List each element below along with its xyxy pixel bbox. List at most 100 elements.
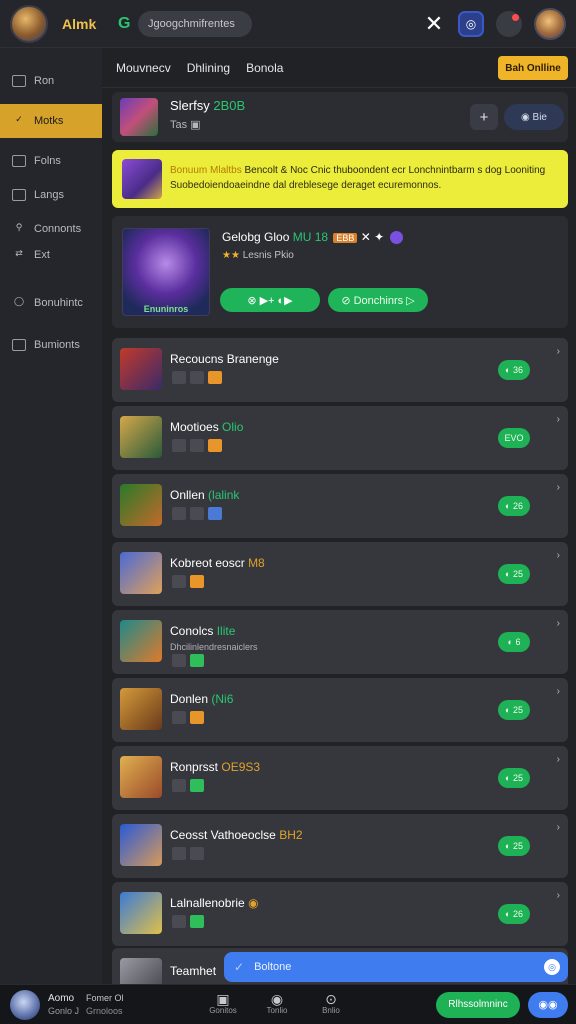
sidebar-item-ron[interactable]: Ron (0, 68, 102, 94)
bottom-avatar[interactable] (10, 989, 40, 1020)
instagram-icon[interactable]: ◎ (458, 10, 484, 37)
list-item[interactable]: Kobreot eoscr M8 ◐ 25 › (112, 542, 568, 606)
tab-bonola[interactable]: Bonola (246, 61, 283, 75)
chevron-icon[interactable]: › (557, 890, 560, 901)
notification-icon[interactable] (496, 10, 522, 37)
profile-name-text: Slerfsy (170, 98, 210, 113)
bottom-fab-button[interactable]: ◉◉ (528, 991, 568, 1018)
sidebar-item-ext[interactable]: ⇄ Ext (0, 242, 102, 268)
sidebar-item-folns[interactable]: Folns (0, 148, 102, 174)
tab-dhlining[interactable]: Dhlining (187, 61, 230, 75)
list-item-title: Mootioes Olio (170, 420, 243, 434)
chevron-icon[interactable]: › (557, 346, 560, 357)
bottom-cta-button[interactable]: Rlhssolmninc (436, 991, 520, 1018)
grey-badge-icon (172, 711, 186, 724)
orange-badge-icon (190, 711, 204, 724)
list-item-action-button[interactable]: EVO (498, 428, 530, 448)
list-item-thumbnail (120, 484, 162, 526)
sidebar-item-label: Folns (34, 155, 61, 167)
list-item-action-button[interactable]: ◐ 26 (498, 904, 530, 924)
bottom-bar: Aomo Gonlo J Fomer Ol Grnoloos ▣ Gonitos… (0, 984, 576, 1024)
list-item[interactable]: Donlen (Ni6 ◐ 25 › (112, 678, 568, 742)
chevron-icon[interactable]: › (557, 482, 560, 493)
chevron-icon[interactable]: › (557, 822, 560, 833)
bottom-tab-gonitos[interactable]: ▣ Gonitos (196, 992, 250, 1016)
bottom-tab-label: Bnlio (322, 1005, 340, 1015)
toast-close-icon[interactable]: ◎ (544, 959, 560, 975)
list-item[interactable]: Recoucns Branenge ◐ 36 › (112, 338, 568, 402)
list-item-action-button[interactable]: ◐ 25 (498, 564, 530, 584)
featured-card[interactable]: Enuninros Gelobg Gloo MU 18 EBB ✕ ✦ ★★ L… (112, 216, 568, 328)
list-item-title-highlight: OE9S3 (221, 760, 261, 774)
list-item-icons (172, 439, 222, 452)
follow-button[interactable]: ◉ Bie (504, 104, 564, 130)
list-item[interactable]: Lalnallenobrie ◉ ◐ 26 › (112, 882, 568, 946)
blue-badge-icon (208, 507, 222, 520)
featured-thumbnail-label: Enuninros (143, 304, 189, 314)
list-item-title-highlight: ◉ (248, 896, 259, 910)
list-item-title-text: Mootioes (170, 420, 219, 434)
list-item-icons (172, 779, 204, 792)
list-item-action-button[interactable]: ◐ 6 (498, 632, 530, 652)
featured-action-button[interactable]: ⊗ ▶+ ◐▶ (220, 288, 320, 312)
user-avatar[interactable] (534, 7, 566, 40)
banner-title-rest: Bencolt & Noc Cnic thuboondent ecr Lonch… (244, 165, 546, 176)
list-item-thumbnail (120, 552, 162, 594)
chevron-icon[interactable]: › (557, 550, 560, 561)
list-item[interactable]: Ronprsst OE9S3 ◐ 25 › (112, 746, 568, 810)
chevron-icon[interactable]: › (557, 618, 560, 629)
top-bar: Almk G Jgoogchmifrentes ✕ ◎ (0, 0, 576, 48)
add-button[interactable]: + (470, 104, 498, 130)
grey-badge-icon (190, 371, 204, 384)
list-item-thumbnail (120, 620, 162, 662)
share-icon: ⇄ (15, 248, 23, 258)
list-item-title: Lalnallenobrie ◉ (170, 896, 259, 910)
profile-card[interactable]: Slerfsy 2B0B Tas ▣ + ◉ Bie (112, 92, 568, 142)
sidebar-item-bonuhintc[interactable]: ◯ Bonuhintc (0, 290, 102, 316)
list-item[interactable]: Mootioes Olio EVO › (112, 406, 568, 470)
sidebar: Ron ✓ Motks Folns Langs ⚲ Connonts ⇄ Ext… (0, 48, 102, 984)
list-item-action-button[interactable]: ◐ 25 (498, 836, 530, 856)
list-item-action-button[interactable]: ◐ 25 (498, 768, 530, 788)
list-item[interactable]: Ceosst Vathoeoclse BH2 ◐ 25 › (112, 814, 568, 878)
list-item-action-button[interactable]: ◐ 36 (498, 360, 530, 380)
list-item[interactable]: Conolcs Ilite Dhcilinlendresnaiclers ◐ 6 › (112, 610, 568, 674)
sidebar-item-langs[interactable]: Langs (0, 182, 102, 208)
sidebar-item-bumionts[interactable]: Bumionts (0, 332, 102, 358)
green-badge-icon (190, 779, 204, 792)
list-item-title-text: Recoucns Branenge (170, 352, 279, 366)
bottom-tab-tonlio[interactable]: ◉ Tonlio (250, 992, 304, 1016)
check-icon: ✓ (15, 114, 23, 124)
list-item-action-button[interactable]: ◐ 25 (498, 700, 530, 720)
search-field[interactable]: Jgoogchmifrentes (138, 10, 252, 37)
orange-badge-icon (190, 575, 204, 588)
list-item-action-button[interactable]: ◐ 26 (498, 496, 530, 516)
list-item-title-text: Ceosst Vathoeoclse (170, 828, 276, 842)
g-logo-icon[interactable]: G (118, 15, 132, 33)
sidebar-item-connonts[interactable]: ⚲ Connonts (0, 216, 102, 242)
bottom-tab-bnlio[interactable]: ⊙ Bnlio (304, 990, 358, 1016)
bottom-name-sub: Gonlo J (48, 1005, 80, 1016)
sidebar-item-label: Connonts (34, 223, 82, 235)
app-avatar[interactable] (10, 4, 48, 43)
get-online-button[interactable]: Bah Onlline (498, 56, 568, 80)
sidebar-item-motks[interactable]: ✓ Motks (0, 104, 102, 138)
power-icon: ⊙ (325, 990, 337, 1007)
list-item[interactable]: Onllen (lalink ◐ 26 › (112, 474, 568, 538)
chevron-icon[interactable]: › (557, 686, 560, 697)
promo-banner[interactable]: Bonuum Mlaltbs Bencolt & Noc Cnic thuboo… (112, 150, 568, 208)
close-icon[interactable]: ✕ (422, 11, 446, 37)
bottom-user[interactable]: Fomer Ol Grnoloos (86, 992, 146, 1018)
item-list: Recoucns Branenge ◐ 36 › Mootioes Olio EVO ›… (112, 338, 568, 950)
list-item-thumbnail (120, 892, 162, 934)
people-icon: ⚲ (15, 222, 23, 232)
chevron-icon[interactable]: › (557, 754, 560, 765)
chevron-icon[interactable]: › (557, 414, 560, 425)
partial-row-title: Teamhet (170, 964, 217, 978)
featured-secondary-button[interactable]: ⊘ Donchinrs ▷ (328, 288, 428, 312)
grey-badge-icon (190, 439, 204, 452)
list-item-title-highlight: (Ni6 (211, 692, 234, 706)
tab-mouvnecv[interactable]: Mouvnecv (116, 61, 171, 75)
bottom-profile[interactable]: Aomo Gonlo J (48, 992, 86, 1018)
notification-toast[interactable]: ✓ Boltone ◎ (224, 952, 568, 982)
